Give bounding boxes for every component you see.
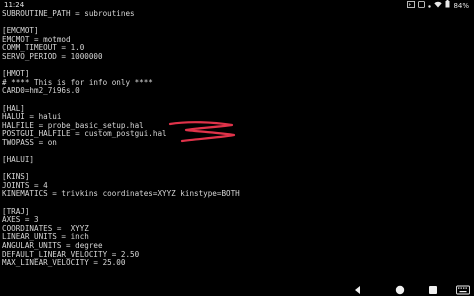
code-line[interactable]: SERVO_PERIOD = 1000000 <box>2 52 472 62</box>
back-button[interactable] <box>352 281 364 294</box>
keyboard-button[interactable] <box>456 281 470 295</box>
code-line[interactable]: CARD0=hm2_7i96s.0 <box>2 87 472 96</box>
code-line[interactable]: [HALUI] <box>2 155 472 165</box>
code-line[interactable] <box>2 62 472 71</box>
home-button[interactable] <box>394 281 406 295</box>
red-annotation-scribble <box>168 121 236 143</box>
code-line[interactable] <box>2 165 472 174</box>
code-line[interactable]: [TRAJ] <box>2 207 472 217</box>
code-line[interactable] <box>2 19 472 28</box>
code-line[interactable]: MAX_LINEAR_VELOCITY = 25.00 <box>2 259 472 268</box>
recents-button[interactable] <box>427 281 439 294</box>
navigation-bar <box>0 278 474 296</box>
code-line[interactable] <box>2 199 472 208</box>
code-line[interactable]: KINEMATICS = trivkins coordinates=XYYZ k… <box>2 190 472 199</box>
code-line[interactable]: [HAL] <box>2 104 472 114</box>
code-line[interactable]: [KINS] <box>2 173 472 182</box>
tablet-screen: 11:24 84% SUBROUTINE_PATH = subroutines … <box>0 0 474 296</box>
code-line[interactable] <box>2 96 472 105</box>
code-line[interactable]: SUBROUTINE_PATH = subroutines <box>2 10 472 19</box>
code-line[interactable]: [EMCMOT] <box>2 27 472 36</box>
code-line[interactable] <box>2 148 472 157</box>
